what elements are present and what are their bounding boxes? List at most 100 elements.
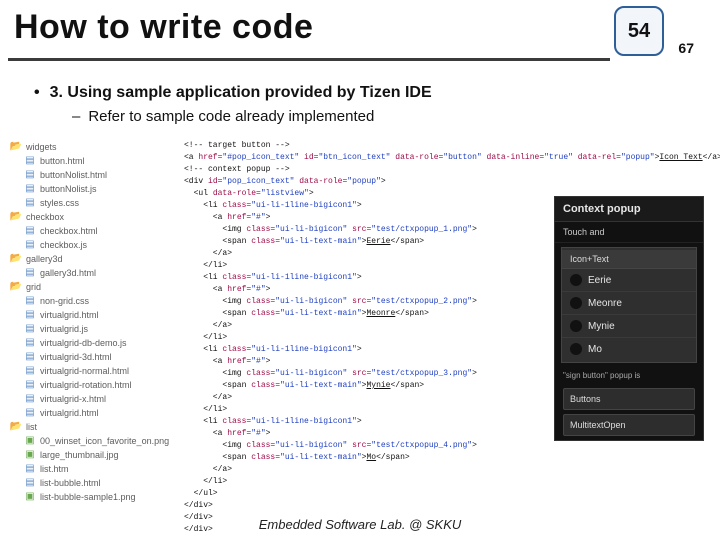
code-line: <span class="ui-li-text-main">Mynie</spa… [184,380,524,392]
code-line: </a> [184,464,524,476]
tree-file[interactable]: ▤virtualgrid-3d.html [4,350,184,364]
file-icon: ▤ [24,156,36,166]
code-line: <a href="#"> [184,284,524,296]
phone-popup-item[interactable]: Mynie [562,315,696,338]
tree-folder[interactable]: 📂 list [4,420,184,434]
title-underline [8,58,610,61]
image-file-icon: ▣ [24,436,36,446]
page-number-badge: 54 67 [614,6,664,56]
phone-popup-item[interactable]: Mo [562,338,696,360]
code-line: </li> [184,404,524,416]
tree-file[interactable]: ▤virtualgrid.html [4,406,184,420]
folder-open-icon: 📂 [10,282,22,292]
file-icon: ▤ [24,226,36,236]
code-line: <a href="#"> [184,428,524,440]
folder-open-icon: 📂 [10,254,22,264]
tree-item-label: checkbox [26,210,64,224]
tree-file[interactable]: ▤buttonNolist.html [4,168,184,182]
tree-folder[interactable]: 📂 gallery3d [4,252,184,266]
tree-file[interactable]: ▣00_winset_icon_favorite_on.png [4,434,184,448]
phone-anchor-text: Touch and [555,222,703,243]
tree-file[interactable]: ▤ gallery3d.html [4,266,184,280]
code-line: <li class="ui-li-1line-bigicon1"> [184,344,524,356]
code-line: </li> [184,332,524,344]
code-line: </ul> [184,488,524,500]
tree-item-label: list-bubble.html [40,476,101,490]
tree-file[interactable]: ▤ virtualgrid-rotation.html [4,378,184,392]
tree-file[interactable]: ▤list-bubble.html [4,476,184,490]
tree-item-label: virtualgrid-db-demo.js [40,336,127,350]
code-line: <span class="ui-li-text-main">Mo</span> [184,452,524,464]
phone-header: Context popup [555,197,703,222]
phone-button[interactable]: MultitextOpen [563,414,695,436]
tree-file[interactable]: ▤virtualgrid-x.html [4,392,184,406]
file-icon: ▤ [24,310,36,320]
tree-file[interactable]: ▤button.html [4,154,184,168]
tree-file[interactable]: ▤ checkbox.html [4,224,184,238]
tree-file[interactable]: ▤virtualgrid.js [4,322,184,336]
tree-item-label: grid [26,280,41,294]
page-total: 67 [678,40,694,56]
tree-file[interactable]: ▤list.htm [4,462,184,476]
tree-file[interactable]: ▤ buttonNolist.js [4,182,184,196]
tree-item-label: virtualgrid.html [40,308,99,322]
tree-item-label: non-grid.css [40,294,89,308]
slide-title: How to write code [14,8,313,47]
bullet-level1: •3. Using sample application provided by… [34,84,690,102]
tree-item-label: virtualgrid-x.html [40,392,106,406]
code-line: <li class="ui-li-1line-bigicon1"> [184,200,524,212]
tree-item-label: gallery3d [26,252,63,266]
code-line: <span class="ui-li-text-main">Meonre</sp… [184,308,524,320]
tree-file[interactable]: ▤ virtualgrid.html [4,308,184,322]
phone-popup-header: Icon+Text [562,250,696,269]
tree-item-label: gallery3d.html [40,266,96,280]
file-icon: ▤ [24,338,36,348]
file-icon: ▤ [24,184,36,194]
file-icon: ▤ [24,240,36,250]
list-bullet-icon [570,297,582,309]
tree-file[interactable]: ▤styles.css [4,196,184,210]
tree-file[interactable]: ▤non-grid.css [4,294,184,308]
code-line: </a> [184,248,524,260]
code-panel: <!-- target button --><a href="#pop_icon… [184,140,524,536]
tree-file[interactable]: ▣list-bubble-sample1.png [4,490,184,504]
tree-item-label: list-bubble-sample1.png [40,490,136,504]
folder-open-icon: 📂 [10,422,22,432]
tree-item-label: buttonNolist.js [40,182,97,196]
tree-file[interactable]: ▤virtualgrid-normal.html [4,364,184,378]
tree-item-label: virtualgrid-rotation.html [40,378,132,392]
folder-open-icon: 📂 [10,212,22,222]
tree-item-label: list [26,420,37,434]
tree-folder[interactable]: 📂widgets [4,140,184,154]
tree-file[interactable]: ▣large_thumbnail.jpg [4,448,184,462]
page-current: 54 [628,20,650,43]
file-icon: ▤ [24,408,36,418]
tree-folder[interactable]: 📂 grid [4,280,184,294]
folder-open-icon: 📂 [10,142,22,152]
bullet-level2: –Refer to sample code already implemente… [72,108,690,125]
list-bullet-icon [570,320,582,332]
tree-file[interactable]: ▤checkbox.js [4,238,184,252]
phone-context-popup: Icon+Text EerieMeonreMynieMo [561,247,697,363]
phone-button[interactable]: Buttons [563,388,695,410]
phone-popup-item[interactable]: Meonre [562,292,696,315]
tree-item-label: checkbox.html [40,224,98,238]
file-icon: ▤ [24,170,36,180]
file-icon: ▤ [24,268,36,278]
slide-footer: Embedded Software Lab. @ SKKU [0,517,720,532]
tree-folder[interactable]: 📂 checkbox [4,210,184,224]
phone-preview: Context popup Touch and Icon+Text EerieM… [554,196,704,441]
file-icon: ▤ [24,464,36,474]
tree-file[interactable]: ▤ virtualgrid-db-demo.js [4,336,184,350]
code-line: </li> [184,476,524,488]
tree-item-label: large_thumbnail.jpg [40,448,119,462]
code-line: <li class="ui-li-1line-bigicon1"> [184,416,524,428]
phone-popup-item[interactable]: Eerie [562,269,696,292]
file-icon: ▤ [24,380,36,390]
file-icon: ▤ [24,198,36,208]
code-line: <ul data-role="listview"> [184,188,524,200]
file-tree: 📂widgets▤button.html▤buttonNolist.html▤b… [4,140,184,504]
tree-item-label: virtualgrid.js [40,322,88,336]
bullet-level1-text: 3. Using sample application provided by … [50,84,432,101]
code-line: <div id="pop_icon_text" data-role="popup… [184,176,524,188]
